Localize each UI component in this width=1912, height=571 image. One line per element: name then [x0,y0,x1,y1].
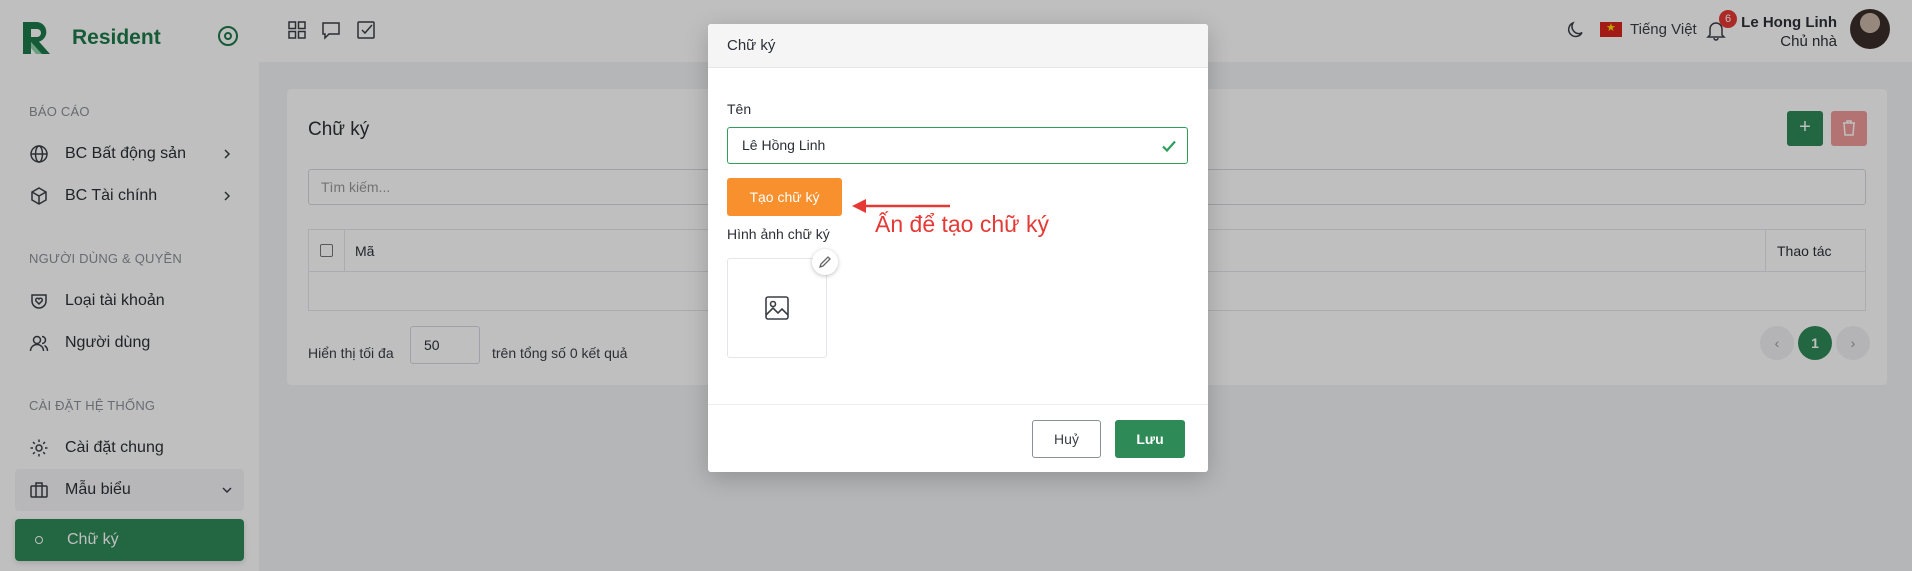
name-input[interactable]: Lê Hồng Linh [727,127,1188,164]
image-icon [765,296,789,320]
save-button[interactable]: Lưu [1115,420,1185,458]
pencil-icon [818,256,831,269]
signature-modal: Chữ ký Tên Lê Hồng Linh Tạo chữ ký Hình … [708,24,1208,472]
check-icon [1162,140,1176,153]
modal-footer: Huỷ Lưu [708,404,1208,472]
name-label: Tên [727,101,752,117]
modal-title: Chữ ký [708,24,1208,68]
signature-image-placeholder[interactable] [727,258,827,358]
edit-image-button[interactable] [812,249,838,275]
signature-image-label: Hình ảnh chữ ký [727,226,830,242]
annotation-text: Ấn để tạo chữ ký [875,211,1049,237]
create-signature-button[interactable]: Tạo chữ ký [727,178,842,216]
name-input-value: Lê Hồng Linh [742,137,826,153]
cancel-button[interactable]: Huỷ [1032,420,1101,458]
